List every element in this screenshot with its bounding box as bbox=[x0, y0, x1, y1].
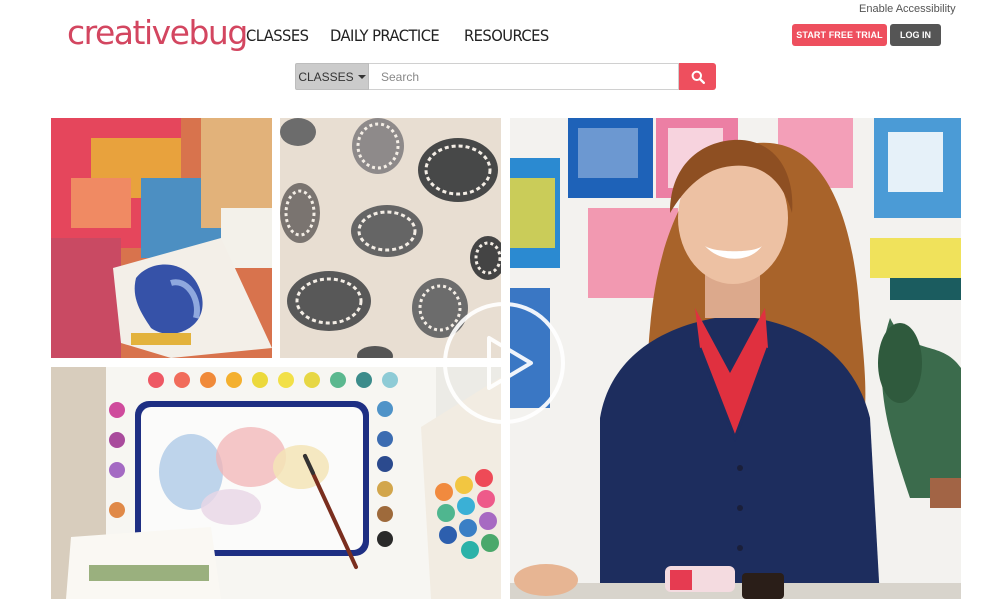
nav-classes[interactable]: CLASSES bbox=[246, 26, 309, 45]
enable-accessibility-link[interactable]: Enable Accessibility bbox=[859, 3, 956, 15]
category-dropdown-label: CLASSES bbox=[298, 69, 354, 84]
main-nav: CLASSES DAILY PRACTICE RESOURCES bbox=[246, 26, 557, 45]
search-input[interactable] bbox=[369, 63, 679, 90]
watercolor-palette-image bbox=[51, 367, 501, 599]
nav-resources[interactable]: RESOURCES bbox=[464, 26, 549, 45]
search-button[interactable] bbox=[679, 63, 716, 90]
chevron-down-icon bbox=[357, 74, 366, 79]
knitting-image bbox=[51, 118, 272, 358]
play-icon bbox=[487, 336, 533, 390]
login-button[interactable]: LOG IN bbox=[890, 24, 941, 46]
start-free-trial-button[interactable]: START FREE TRIAL bbox=[792, 24, 887, 46]
category-dropdown[interactable]: CLASSES bbox=[295, 63, 369, 90]
search-bar: CLASSES bbox=[295, 63, 716, 90]
logo[interactable]: creativebug bbox=[67, 13, 248, 52]
instructor-image bbox=[510, 118, 961, 599]
search-icon bbox=[691, 70, 705, 84]
nav-daily-practice[interactable]: DAILY PRACTICE bbox=[330, 26, 440, 45]
play-video-button[interactable] bbox=[443, 302, 565, 424]
